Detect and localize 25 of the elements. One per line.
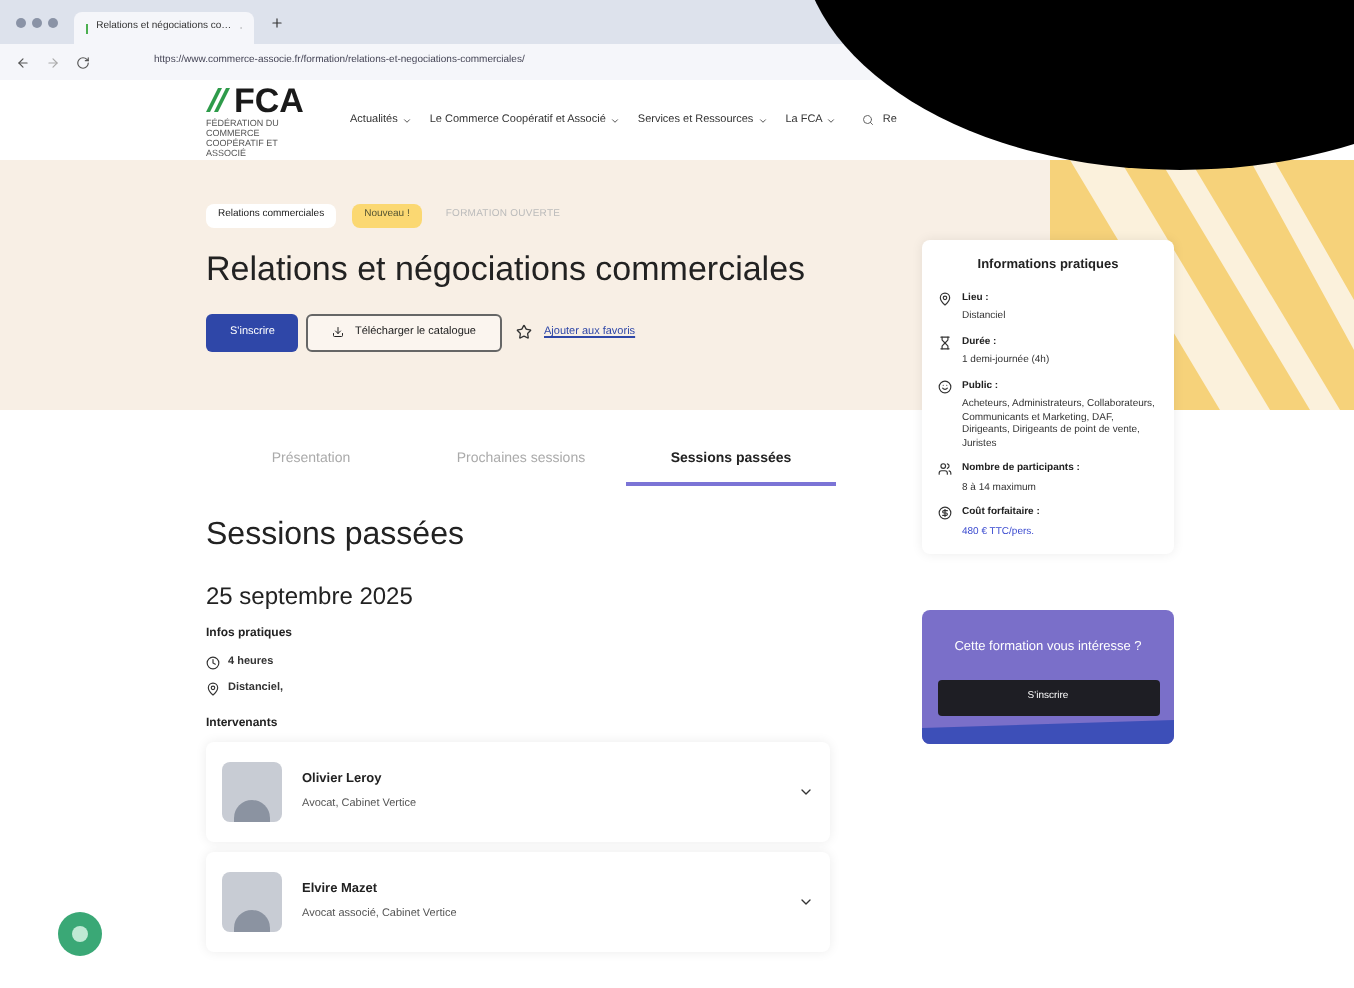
page-title: Relations et négociations commerciales <box>206 247 806 290</box>
coin-icon <box>938 506 952 521</box>
avatar-silhouette <box>222 761 282 821</box>
chevron-down-icon <box>609 115 620 125</box>
map-pin-icon <box>938 291 952 306</box>
avatar-silhouette <box>222 871 282 931</box>
clock-icon <box>206 655 220 670</box>
people-icon <box>938 462 952 477</box>
stripes-logo-icon <box>206 88 232 112</box>
back-icon[interactable] <box>16 55 30 69</box>
section-heading: Sessions passées <box>206 516 464 556</box>
chevron-down-icon <box>826 115 837 125</box>
hourglass-icon <box>938 335 952 350</box>
session-date: 25 septembre 2025 <box>206 580 413 614</box>
smiley-icon <box>938 379 952 394</box>
download-icon <box>332 326 345 339</box>
map-pin-icon <box>206 681 220 696</box>
chevron-down-icon <box>401 115 412 125</box>
reload-icon[interactable] <box>76 55 90 69</box>
logo-text: FCA <box>234 83 304 117</box>
chevron-down-icon <box>757 115 768 125</box>
search-icon[interactable] <box>862 114 875 126</box>
forward-icon[interactable] <box>46 55 60 69</box>
new-tab-icon[interactable] <box>270 15 284 29</box>
star-icon[interactable] <box>516 324 532 341</box>
